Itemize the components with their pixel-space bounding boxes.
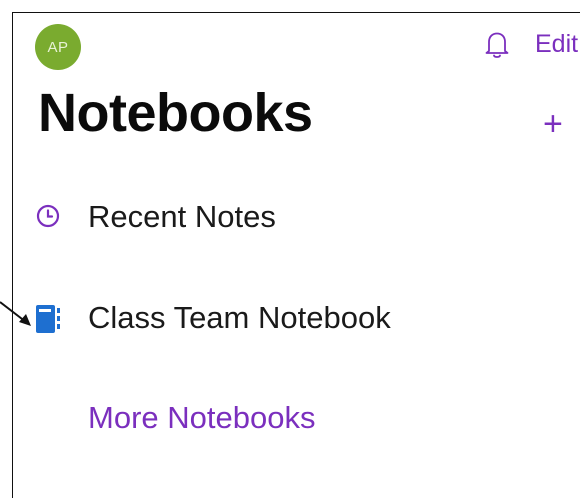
recent-notes-label: Recent Notes bbox=[88, 199, 276, 234]
bell-icon[interactable] bbox=[484, 30, 510, 60]
page-title: Notebooks bbox=[38, 83, 313, 143]
pointer-arrow-icon bbox=[0, 301, 31, 326]
notebook-icon bbox=[36, 305, 60, 333]
edit-button[interactable]: Edit bbox=[535, 30, 578, 59]
notebook-label: Class Team Notebook bbox=[88, 300, 391, 335]
plus-icon[interactable]: + bbox=[543, 107, 563, 141]
more-notebooks-link[interactable]: More Notebooks bbox=[88, 400, 315, 436]
avatar[interactable]: AP bbox=[35, 24, 81, 70]
clock-icon bbox=[36, 204, 60, 228]
